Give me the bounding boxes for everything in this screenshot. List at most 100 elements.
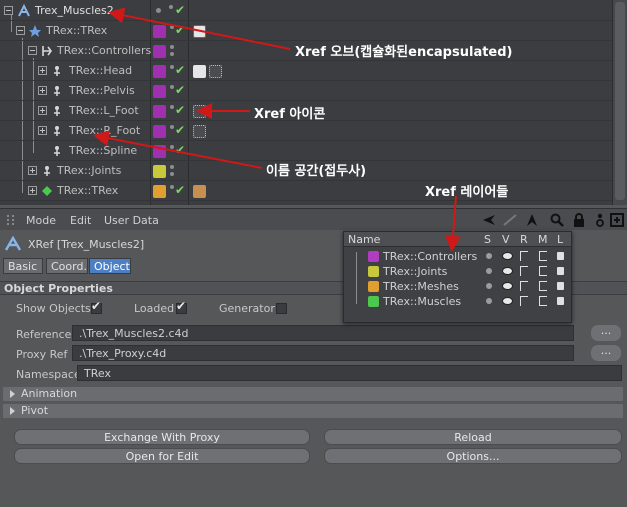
xref-tag-icon[interactable] — [193, 65, 206, 78]
render-dot[interactable] — [169, 5, 173, 9]
visibility-dot[interactable] — [170, 185, 174, 189]
lock-icon[interactable] — [572, 213, 586, 227]
layer-color-swatch[interactable] — [368, 266, 379, 277]
pivot-group-toggle[interactable]: Pivot — [3, 404, 623, 418]
layer-tag-icon[interactable] — [153, 145, 166, 158]
tree-row-head[interactable]: TRex::Head ✔ — [0, 61, 612, 81]
tab-object[interactable]: Object — [89, 258, 131, 274]
object-manager-scrollbar[interactable] — [612, 0, 627, 205]
render-icon[interactable] — [520, 266, 528, 276]
options-button[interactable]: Options... — [324, 448, 622, 464]
search-icon[interactable] — [550, 213, 564, 227]
enabled-check-icon[interactable]: ✔ — [175, 143, 185, 157]
enabled-check-icon[interactable]: ✔ — [175, 83, 185, 97]
view-eye-icon[interactable] — [502, 252, 513, 260]
solo-dot[interactable] — [486, 253, 492, 259]
expand-toggle[interactable] — [28, 166, 37, 175]
view-eye-icon[interactable] — [502, 297, 513, 305]
layer-color-swatch[interactable] — [368, 296, 379, 307]
layer-row[interactable]: TRex::Muscles — [344, 294, 571, 309]
up-arrow-icon[interactable] — [525, 213, 539, 227]
visibility-dot[interactable] — [170, 165, 174, 169]
visibility-dot[interactable] — [170, 45, 174, 49]
enabled-check-icon[interactable]: ✔ — [175, 23, 185, 37]
back-arrow-icon[interactable] — [482, 213, 496, 227]
layer-tag-icon[interactable] — [153, 125, 166, 138]
visibility-dot[interactable] — [170, 145, 174, 149]
enabled-check-icon[interactable]: ✔ — [175, 3, 185, 17]
tab-coord[interactable]: Coord. — [46, 258, 88, 274]
visibility-dot[interactable] — [170, 65, 174, 69]
view-eye-icon[interactable] — [502, 282, 513, 290]
enabled-check-icon[interactable]: ✔ — [175, 63, 185, 77]
expand-toggle[interactable] — [38, 86, 47, 95]
reload-button[interactable]: Reload — [324, 429, 622, 445]
menu-user-data[interactable]: User Data — [104, 214, 159, 227]
visibility-dot[interactable] — [170, 105, 174, 109]
xref-tag-icon[interactable] — [193, 105, 206, 118]
render-dot[interactable] — [170, 172, 174, 176]
tree-row-pelvis[interactable]: TRex::Pelvis ✔ — [0, 81, 612, 101]
visibility-dot[interactable] — [156, 8, 161, 13]
reference-browse-button[interactable]: ... — [591, 325, 621, 341]
reference-field[interactable]: .\Trex_Muscles2.c4d — [72, 325, 574, 341]
layer-color-swatch[interactable] — [368, 251, 379, 262]
menu-edit[interactable]: Edit — [70, 214, 91, 227]
view-eye-icon[interactable] — [502, 267, 513, 275]
layer-row[interactable]: TRex::Controllers — [344, 249, 571, 264]
lock-icon[interactable] — [557, 297, 564, 305]
tree-row-spline[interactable]: TRex::Spline ✔ — [0, 141, 612, 161]
collapse-toggle[interactable] — [28, 46, 37, 55]
render-icon[interactable] — [520, 251, 528, 261]
menu-mode[interactable]: Mode — [26, 214, 56, 227]
layer-row[interactable]: TRex::Joints — [344, 264, 571, 279]
solo-dot[interactable] — [486, 268, 492, 274]
scrollbar-thumb[interactable] — [615, 2, 625, 200]
render-icon[interactable] — [520, 281, 528, 291]
proxy-ref-field[interactable]: .\Trex_Proxy.c4d — [72, 345, 574, 361]
animation-group-toggle[interactable]: Animation — [3, 387, 623, 401]
solo-dot[interactable] — [486, 298, 492, 304]
collapse-toggle[interactable] — [16, 26, 25, 35]
tree-row-r-foot[interactable]: TRex::R_Foot ✔ — [0, 121, 612, 141]
layer-tag-icon[interactable] — [153, 185, 166, 198]
render-dot[interactable] — [170, 52, 174, 56]
manager-icon[interactable] — [539, 296, 547, 306]
xref-tag-icon[interactable] — [193, 25, 206, 38]
xref-tag-icon[interactable] — [193, 125, 206, 138]
generator-checkbox[interactable] — [276, 303, 287, 314]
visibility-dot[interactable] — [170, 25, 174, 29]
ik-tag-icon[interactable] — [209, 65, 222, 78]
solo-dot[interactable] — [486, 283, 492, 289]
collapse-toggle[interactable] — [4, 6, 13, 15]
tab-basic[interactable]: Basic — [3, 258, 43, 274]
tree-row-trex-mesh[interactable]: TRex::TRex ✔ — [0, 181, 612, 201]
manager-icon[interactable] — [539, 251, 547, 261]
render-icon[interactable] — [520, 296, 528, 306]
layer-tag-icon[interactable] — [153, 65, 166, 78]
tree-row-trex-muscles2[interactable]: Trex_Muscles2 ✔ — [0, 1, 612, 21]
open-for-edit-button[interactable]: Open for Edit — [14, 448, 310, 464]
layer-color-swatch[interactable] — [368, 281, 379, 292]
layer-tag-icon[interactable] — [153, 85, 166, 98]
expand-toggle[interactable] — [38, 126, 47, 135]
expand-toggle[interactable] — [38, 66, 47, 75]
proxy-ref-browse-button[interactable]: ... — [591, 345, 621, 361]
visibility-dot[interactable] — [170, 125, 174, 129]
new-window-icon[interactable] — [610, 213, 624, 227]
lock-icon[interactable] — [557, 282, 564, 290]
tree-row-trex-trex[interactable]: TRex::TRex ✔ — [0, 21, 612, 41]
exchange-with-proxy-button[interactable]: Exchange With Proxy — [14, 429, 310, 445]
layer-tag-icon[interactable] — [153, 165, 166, 178]
enabled-check-icon[interactable]: ✔ — [175, 123, 185, 137]
enabled-check-icon[interactable]: ✔ — [175, 103, 185, 117]
visibility-dot[interactable] — [170, 85, 174, 89]
layer-row[interactable]: TRex::Meshes — [344, 279, 571, 294]
forward-arrow-icon[interactable] — [503, 213, 517, 227]
lock-icon[interactable] — [557, 252, 564, 260]
manager-icon[interactable] — [539, 266, 547, 276]
expand-toggle[interactable] — [28, 186, 37, 195]
layer-tag-icon[interactable] — [153, 105, 166, 118]
hierarchy-icon[interactable] — [593, 213, 607, 227]
manager-icon[interactable] — [539, 281, 547, 291]
